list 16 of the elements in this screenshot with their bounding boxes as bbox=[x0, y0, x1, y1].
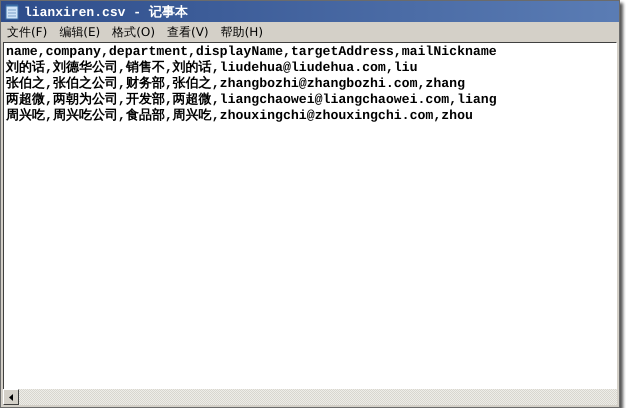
text-line: 周兴吃,周兴吃公司,食品部,周兴吃,zhouxingchi@zhouxingchi.com,zhou bbox=[6, 108, 474, 124]
text-area[interactable] bbox=[3, 42, 617, 389]
text-line: 刘的话,刘德华公司,销售不,刘的话,liudehua@liudehua.com,liu bbox=[6, 60, 418, 76]
horizontal-scrollbar[interactable] bbox=[3, 389, 617, 405]
notepad-icon bbox=[5, 4, 19, 20]
menu-item[interactable]: 文件(F) bbox=[5, 24, 50, 40]
text-line: 张伯之,张伯之公司,财务部,张伯之,zhangbozhi@zhangbozhi.com,zhang bbox=[6, 76, 466, 92]
left-arrow-icon bbox=[9, 394, 13, 400]
text-line: name,company,department,displayName,targetAddress,mailNickname bbox=[6, 44, 498, 60]
scroll-left-button[interactable] bbox=[3, 389, 19, 405]
menu-item[interactable]: 帮助(H) bbox=[218, 24, 265, 40]
text-line: 两超微,两朝为公司,开发部,两超微,liangchaowei@liangchaowei.com,liang bbox=[6, 92, 498, 108]
window-title: lianxiren.csv - 记事本 bbox=[24, 4, 188, 20]
menu-item[interactable]: 查看(V) bbox=[165, 24, 211, 40]
menu-item[interactable]: 编辑(E) bbox=[57, 24, 102, 40]
menu-item[interactable]: 格式(O) bbox=[110, 24, 158, 40]
